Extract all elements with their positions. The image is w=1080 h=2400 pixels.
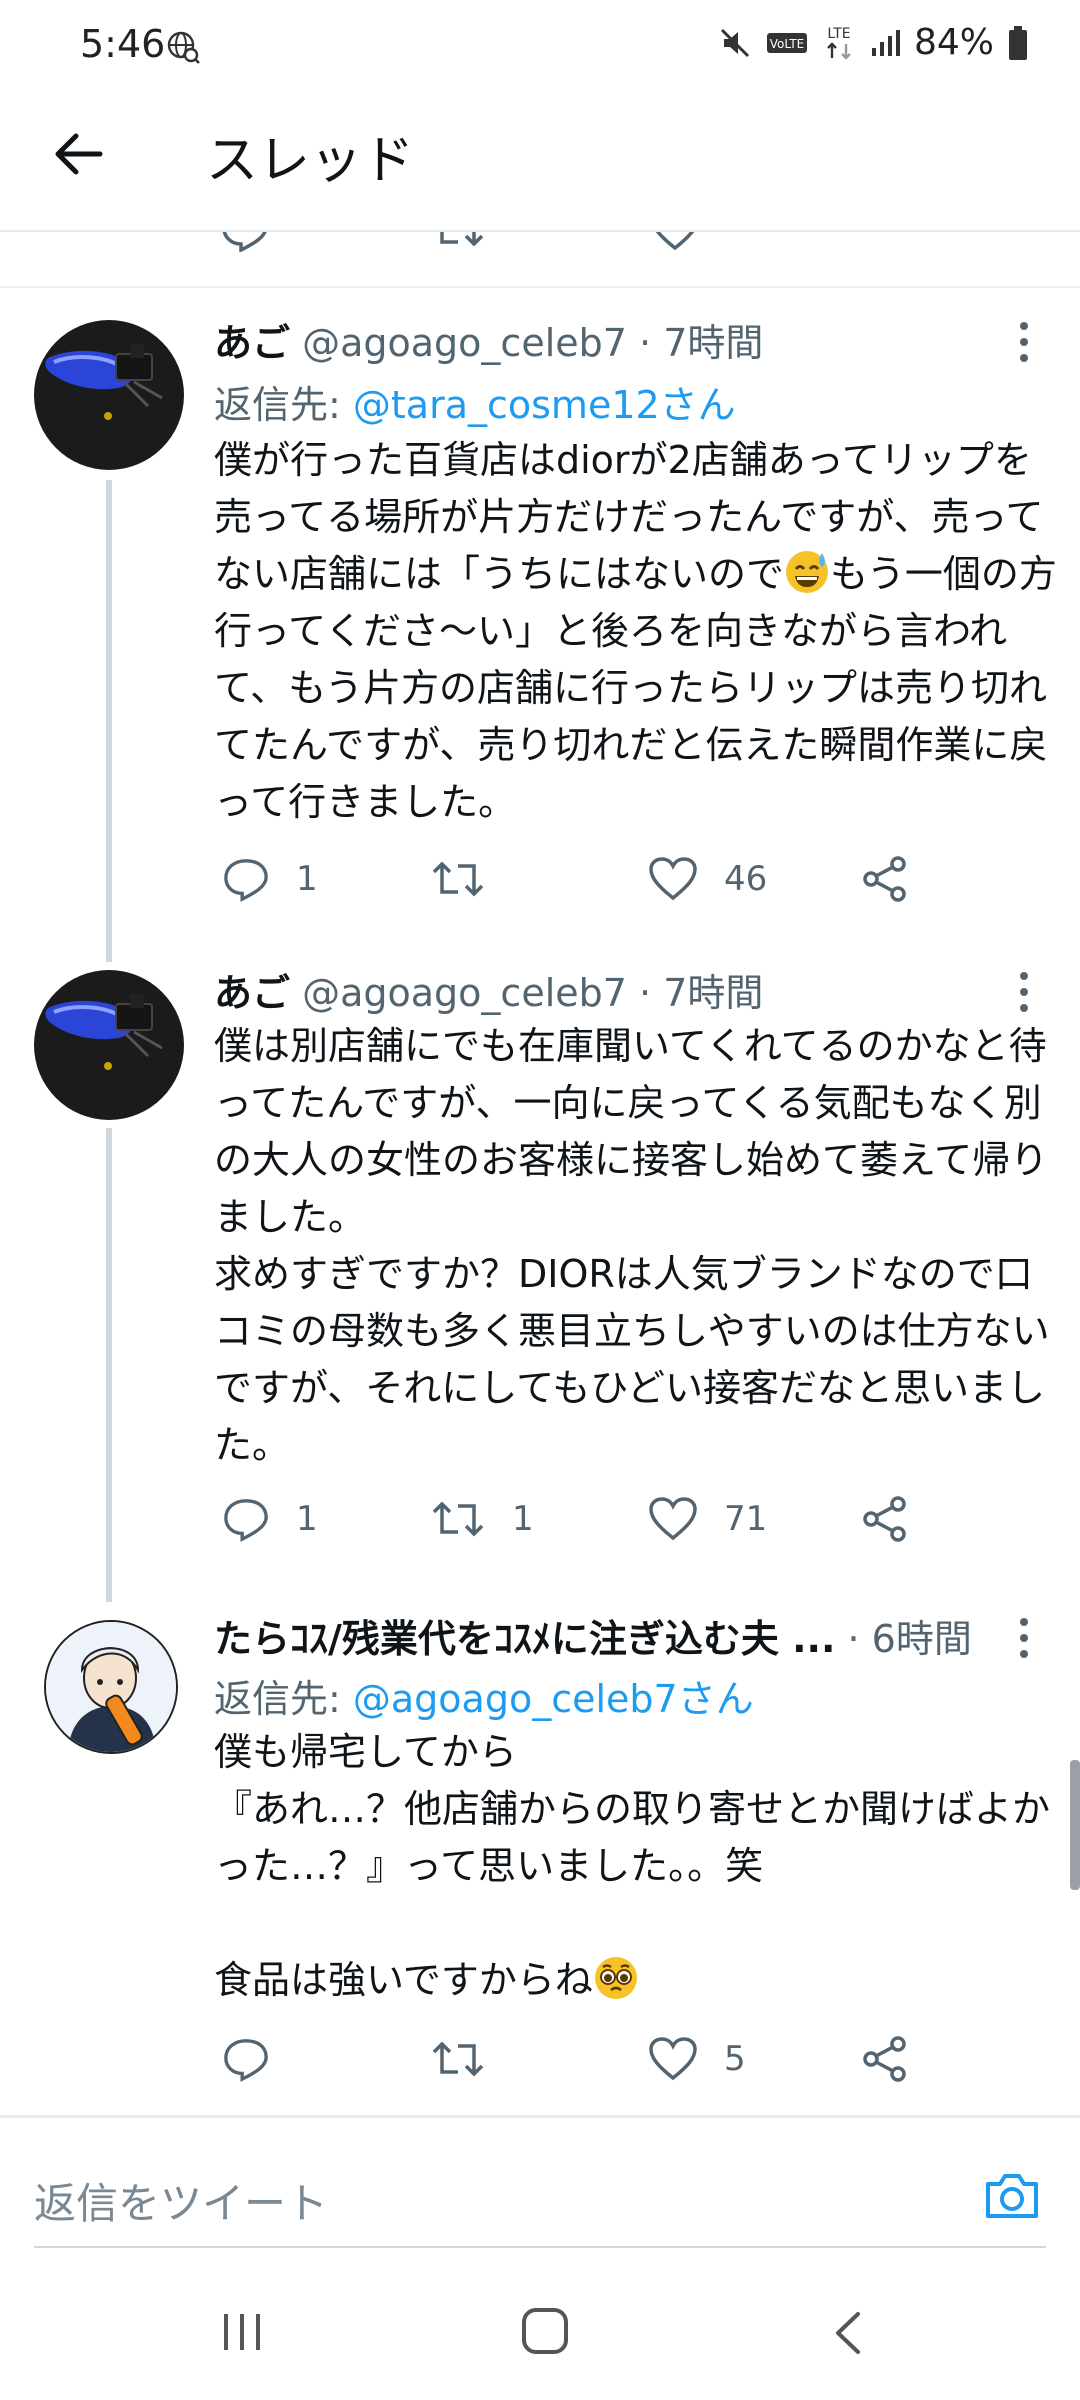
battery-percent: 84% <box>913 22 994 63</box>
tweet-header: あご @agoago_celeb7 · 7時間 <box>214 321 764 365</box>
display-name[interactable]: あご <box>214 321 290 365</box>
like-icon <box>649 857 697 901</box>
handle[interactable]: @agoago_celeb7 <box>302 321 627 365</box>
reply-icon <box>222 232 267 252</box>
reply-icon <box>224 2039 268 2082</box>
like-button[interactable]: 71 <box>648 1496 767 1542</box>
share-icon <box>863 856 906 902</box>
tweet-separator <box>0 286 1080 288</box>
retweet-button[interactable]: 1 <box>430 1496 534 1542</box>
retweet-button[interactable] <box>430 856 512 902</box>
reply-button[interactable]: 1 <box>222 856 318 902</box>
battery-icon <box>1009 25 1027 60</box>
globe-icon <box>167 31 200 64</box>
signal-icon <box>871 29 900 56</box>
page-title: スレッド <box>206 131 415 191</box>
more-options-icon[interactable] <box>1020 322 1028 370</box>
timestamp[interactable]: 7時間 <box>663 971 763 1015</box>
reply-count: 1 <box>296 859 318 899</box>
share-button[interactable] <box>862 2036 908 2082</box>
pleading-face-emoji <box>594 1957 637 1999</box>
display-name[interactable]: あご <box>214 971 290 1015</box>
tweet-text: 僕も帰宅してから 『あれ…？他店舗からの取り寄せとか聞けばよかった…？』って思い… <box>214 1730 1051 2002</box>
retweet-button[interactable] <box>430 2036 512 2082</box>
retweet-icon <box>432 2041 484 2077</box>
tweet-header: たらｺｽ/残業代をｺｽﾒに注ぎ込む夫 ... · 6時間 <box>214 1617 972 1661</box>
composer-divider <box>0 2115 1080 2118</box>
retweet-icon <box>432 861 484 897</box>
avatar[interactable] <box>34 320 184 470</box>
reply-icon <box>224 859 268 902</box>
like-icon <box>649 2037 697 2081</box>
reply-to-link[interactable]: @agoago_celeb7さん <box>353 1677 754 1721</box>
like-button[interactable]: 5 <box>648 2036 746 2082</box>
recent-apps-icon[interactable] <box>220 2310 264 2354</box>
previous-tweet-actions <box>0 232 1080 252</box>
share-button[interactable] <box>862 1496 908 1542</box>
more-options-icon[interactable] <box>1020 972 1028 1020</box>
reply-button[interactable]: 1 <box>222 1496 318 1542</box>
sweat-smile-emoji <box>786 551 829 593</box>
like-count: 71 <box>724 1499 768 1539</box>
thread-line <box>106 480 112 962</box>
thread-line <box>106 1128 112 1602</box>
home-icon[interactable] <box>520 2306 570 2356</box>
more-options-icon[interactable] <box>1020 1618 1028 1666</box>
scrollbar[interactable] <box>1070 1760 1080 1890</box>
avatar[interactable] <box>44 1620 178 1754</box>
reply-count: 1 <box>296 1499 318 1539</box>
svg-text:VoLTE: VoLTE <box>770 37 805 51</box>
like-icon <box>655 232 695 251</box>
composer-underline <box>34 2246 1046 2248</box>
svg-text:LTE: LTE <box>827 26 850 42</box>
reply-button[interactable] <box>222 2036 296 2082</box>
like-count: 46 <box>724 859 768 899</box>
reply-input[interactable]: 返信をツイート <box>34 2170 328 2231</box>
share-button[interactable] <box>862 856 908 902</box>
volte-icon: VoLTE <box>766 32 807 53</box>
lte-icon: LTE <box>827 26 851 60</box>
mute-icon <box>720 28 750 57</box>
retweet-icon <box>440 232 484 247</box>
reply-to-link[interactable]: @tara_cosme12さん <box>353 383 736 427</box>
share-icon <box>863 1496 906 1542</box>
avatar[interactable] <box>34 970 184 1120</box>
timestamp[interactable]: 6時間 <box>872 1617 972 1661</box>
tweet-text: 僕が行った百貨店はdiorが2店舗あってリップを売ってる場所が片方だけだったんで… <box>214 438 1057 824</box>
share-icon <box>863 2036 906 2082</box>
nav-back-icon[interactable] <box>830 2310 864 2356</box>
like-count: 5 <box>724 2039 746 2079</box>
reply-context: 返信先: @tara_cosme12さん <box>214 383 736 427</box>
retweet-icon <box>432 1501 484 1537</box>
timestamp[interactable]: 7時間 <box>663 321 763 365</box>
like-icon <box>649 1497 697 1541</box>
tweet-header: あご @agoago_celeb7 · 7時間 <box>214 971 764 1015</box>
reply-context: 返信先: @agoago_celeb7さん <box>214 1677 754 1721</box>
retweet-count: 1 <box>512 1499 534 1539</box>
share-icon <box>862 232 908 252</box>
display-name[interactable]: たらｺｽ/残業代をｺｽﾒに注ぎ込む夫 ... <box>214 1617 835 1661</box>
camera-icon[interactable] <box>982 2166 1042 2226</box>
reply-icon <box>224 1499 268 1542</box>
handle[interactable]: @agoago_celeb7 <box>302 971 627 1015</box>
status-time: 5:46 <box>80 22 166 66</box>
status-icons: VoLTE LTE 84% <box>718 22 1028 63</box>
like-button[interactable]: 46 <box>648 856 767 902</box>
tweet-text: 僕は別店舗にでも在庫聞いてくれてるのかなと待ってたんですが、一向に戻ってくる気配… <box>214 1024 1050 1467</box>
back-arrow-icon[interactable] <box>52 128 104 180</box>
